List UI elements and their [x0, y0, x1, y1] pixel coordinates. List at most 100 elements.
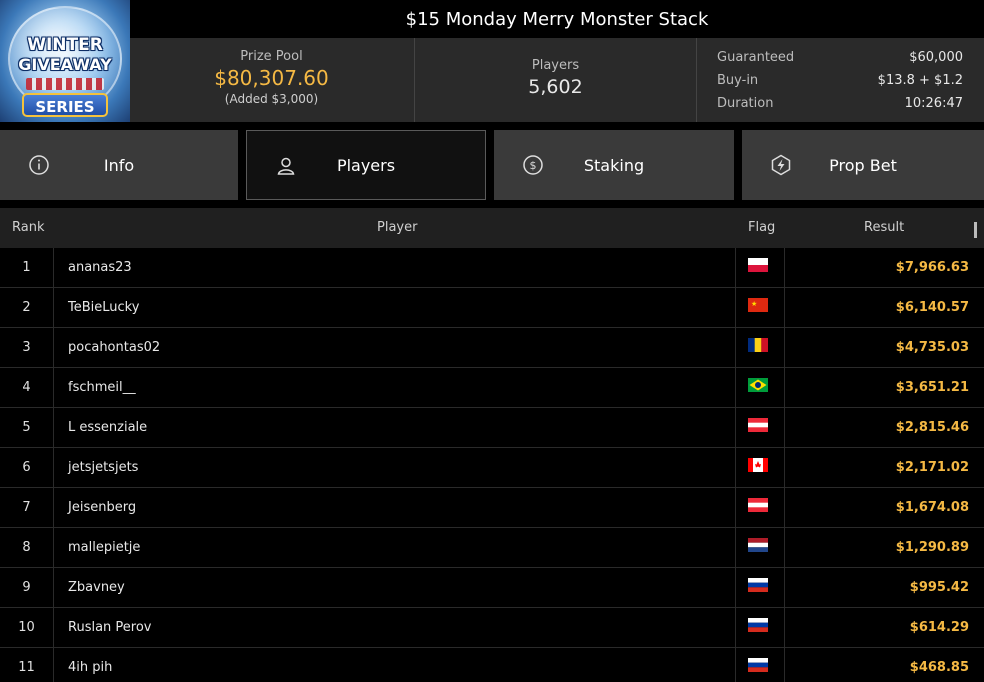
table-row[interactable]: 7 Jeisenberg $1,674.08	[0, 488, 984, 528]
tab-staking[interactable]: $ Staking	[494, 130, 734, 200]
brazil-flag-icon	[748, 378, 768, 392]
svg-text:★: ★	[751, 300, 757, 308]
table-row[interactable]: 6 jetsjetsjets $2,171.02	[0, 448, 984, 488]
dollar-coin-icon: $	[523, 155, 543, 175]
row-flag-cell	[735, 648, 785, 682]
row-result: $3,651.21	[895, 380, 969, 395]
row-rank: 6	[0, 448, 54, 488]
buyin-row: Buy-in $13.8 + $1.2	[717, 69, 963, 92]
netherlands-flag-icon	[748, 538, 768, 552]
row-player-name[interactable]: Ruslan Perov	[68, 608, 152, 648]
row-player-name[interactable]: L essenziale	[68, 408, 147, 448]
row-rank: 3	[0, 328, 54, 368]
lightning-icon	[771, 154, 791, 176]
row-result: $995.42	[909, 580, 969, 595]
players-value: 5,602	[528, 76, 583, 98]
russia-flag-icon	[748, 658, 768, 672]
table-row[interactable]: 5 L essenziale $2,815.46	[0, 408, 984, 448]
russia-flag-icon	[748, 618, 768, 632]
players-label: Players	[531, 58, 580, 73]
row-flag-cell	[735, 488, 785, 528]
row-player-name[interactable]: 4ih pih	[68, 648, 112, 682]
duration-value: 10:26:47	[904, 96, 963, 111]
guaranteed-label: Guaranteed	[717, 50, 795, 65]
row-flag-cell	[735, 248, 785, 288]
user-icon	[277, 157, 295, 175]
guaranteed-row: Guaranteed $60,000	[717, 46, 963, 69]
row-rank: 7	[0, 488, 54, 528]
prize-pool-value: $80,307.60	[214, 66, 329, 90]
banner-decoration	[26, 78, 104, 90]
row-player-name[interactable]: TeBieLucky	[68, 288, 139, 328]
row-player-name[interactable]: jetsjetsjets	[68, 448, 138, 488]
table-row[interactable]: 9 Zbavney $995.42	[0, 568, 984, 608]
table-row[interactable]: 2 TeBieLucky ★ $6,140.57	[0, 288, 984, 328]
row-player-name[interactable]: pocahontas02	[68, 328, 160, 368]
players-count-block: Players 5,602	[414, 38, 697, 122]
row-flag-cell	[735, 328, 785, 368]
prize-pool-added: (Added $3,000)	[224, 92, 319, 106]
austria-flag-icon	[748, 418, 768, 432]
row-flag-cell	[735, 528, 785, 568]
banner-line-winter: WINTER	[27, 35, 103, 55]
canada-flag-icon	[748, 458, 768, 472]
banner-line-giveaway: GIVEAWAY	[18, 55, 112, 74]
row-rank: 4	[0, 368, 54, 408]
table-row[interactable]: 1 ananas23 $7,966.63	[0, 248, 984, 288]
tab-info[interactable]: Info	[0, 130, 238, 200]
row-result: $468.85	[909, 660, 969, 675]
table-row[interactable]: 11 4ih pih $468.85	[0, 648, 984, 682]
table-row[interactable]: 8 mallepietje $1,290.89	[0, 528, 984, 568]
row-result: $4,735.03	[895, 340, 969, 355]
table-row[interactable]: 10 Ruslan Perov $614.29	[0, 608, 984, 648]
row-player-name[interactable]: Jeisenberg	[68, 488, 136, 528]
row-result: $1,674.08	[895, 500, 969, 515]
table-row[interactable]: 3 pocahontas02 $4,735.03	[0, 328, 984, 368]
banner-line-series: SERIES	[22, 93, 108, 117]
duration-label: Duration	[717, 96, 774, 111]
results-table-body: 1 ananas23 $7,966.63 2 TeBieLucky ★ $6,140.57 3…	[0, 248, 984, 682]
russia-flag-icon	[748, 578, 768, 592]
column-header-rank[interactable]: Rank	[12, 208, 44, 248]
row-rank: 2	[0, 288, 54, 328]
row-rank: 5	[0, 408, 54, 448]
tab-players[interactable]: Players	[246, 130, 486, 200]
scrollbar-thumb[interactable]	[974, 222, 977, 238]
row-player-name[interactable]: Zbavney	[68, 568, 125, 608]
romania-flag-icon	[748, 338, 768, 352]
row-rank: 9	[0, 568, 54, 608]
row-result: $614.29	[909, 620, 969, 635]
prize-pool-label: Prize Pool	[240, 49, 303, 64]
china-flag-icon: ★	[748, 298, 768, 312]
tab-prop-bet[interactable]: Prop Bet	[742, 130, 984, 200]
column-header-player[interactable]: Player	[377, 208, 417, 248]
row-player-name[interactable]: ananas23	[68, 248, 132, 288]
row-flag-cell	[735, 448, 785, 488]
row-flag-cell: ★	[735, 288, 785, 328]
svg-text:$: $	[530, 159, 537, 172]
buyin-value: $13.8 + $1.2	[877, 73, 963, 88]
winter-giveaway-banner: WINTER GIVEAWAY SERIES	[0, 0, 130, 122]
tournament-header: WINTER GIVEAWAY SERIES $15 Monday Merry …	[0, 0, 984, 122]
poland-flag-icon	[748, 258, 768, 272]
row-result: $1,290.89	[895, 540, 969, 555]
info-icon	[29, 155, 49, 175]
row-rank: 11	[0, 648, 54, 682]
row-flag-cell	[735, 408, 785, 448]
results-table-header: Rank Player Flag Result	[0, 208, 984, 248]
tournament-details: Guaranteed $60,000 Buy-in $13.8 + $1.2 D…	[717, 38, 963, 122]
row-rank: 1	[0, 248, 54, 288]
row-player-name[interactable]: fschmeil__	[68, 368, 136, 408]
row-result: $2,171.02	[895, 460, 969, 475]
row-rank: 10	[0, 608, 54, 648]
row-result: $2,815.46	[895, 420, 969, 435]
row-rank: 8	[0, 528, 54, 568]
guaranteed-value: $60,000	[909, 50, 963, 65]
column-header-result[interactable]: Result	[864, 208, 904, 248]
table-row[interactable]: 4 fschmeil__ $3,651.21	[0, 368, 984, 408]
row-result: $6,140.57	[895, 300, 969, 315]
buyin-label: Buy-in	[717, 73, 759, 88]
prize-pool-block: Prize Pool $80,307.60 (Added $3,000)	[130, 38, 413, 122]
row-player-name[interactable]: mallepietje	[68, 528, 140, 568]
column-header-flag[interactable]: Flag	[748, 208, 775, 248]
